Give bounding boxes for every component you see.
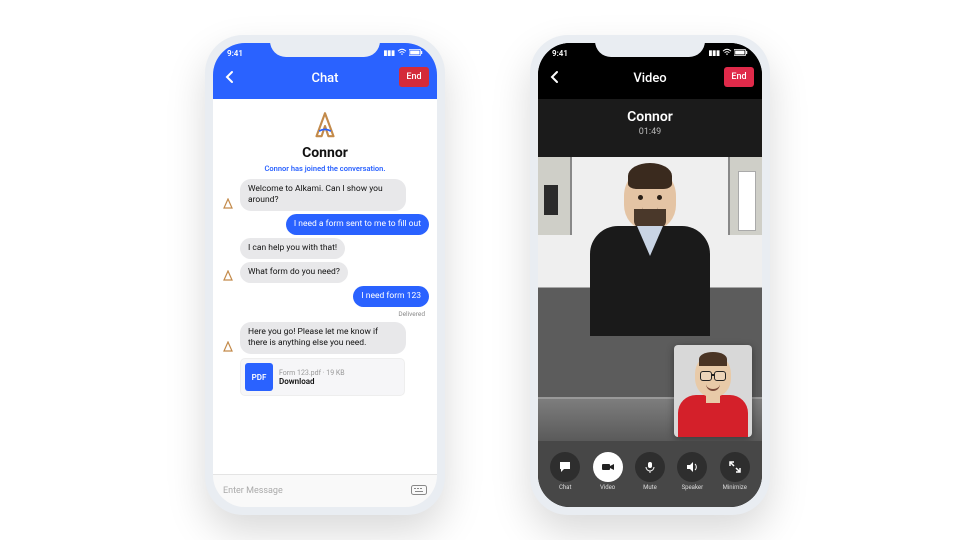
battery-icon — [409, 49, 423, 58]
agent-message: I can help you with that! — [240, 238, 345, 259]
minimize-icon — [720, 452, 750, 482]
video-screen: 9:41 ▮▮▮ V — [538, 43, 762, 507]
agent-avatar-icon — [221, 197, 235, 211]
wifi-icon — [397, 48, 407, 58]
call-duration: 01:49 — [538, 127, 762, 137]
attachment-download[interactable]: Download — [279, 377, 345, 386]
message-row: What form do you need? — [221, 262, 429, 283]
whiteboard — [738, 171, 756, 231]
agent-message: Welcome to Alkami. Can I show you around… — [240, 179, 406, 211]
agent-message: What form do you need? — [240, 262, 348, 283]
alkami-logo-icon — [308, 109, 342, 143]
status-icons: ▮▮▮ — [383, 48, 423, 58]
video-icon — [593, 452, 623, 482]
control-label: Chat — [559, 484, 571, 491]
self-video[interactable] — [674, 345, 752, 437]
agent-avatar-icon — [221, 269, 235, 283]
phone-chat: 9:41 ▮▮▮ C — [205, 35, 445, 515]
status-time: 9:41 — [552, 49, 568, 58]
end-button[interactable]: End — [399, 67, 429, 87]
remote-person — [580, 169, 720, 329]
chat-header: 9:41 ▮▮▮ C — [213, 43, 437, 99]
message-row: Here you go! Please let me know if there… — [221, 322, 429, 354]
status-icons: ▮▮▮ — [708, 48, 748, 58]
control-label: Speaker — [682, 484, 704, 491]
phone-video: 9:41 ▮▮▮ V — [530, 35, 770, 515]
message-row: I can help you with that! — [221, 238, 429, 259]
signal-icon: ▮▮▮ — [708, 49, 720, 57]
signal-icon: ▮▮▮ — [383, 49, 395, 57]
message-row: I need form 123 — [221, 286, 429, 307]
call-name: Connor — [538, 99, 762, 125]
chat-screen: 9:41 ▮▮▮ C — [213, 43, 437, 507]
user-message: I need form 123 — [353, 286, 429, 307]
battery-icon — [734, 49, 748, 58]
phone-video-inner: 9:41 ▮▮▮ V — [538, 43, 762, 507]
attachment-info: Form 123.pdf · 19 KB Download — [279, 369, 345, 386]
chat-icon — [550, 452, 580, 482]
stage: 9:41 ▮▮▮ C — [0, 0, 960, 540]
attachment-row: PDF Form 123.pdf · 19 KB Download — [221, 358, 429, 396]
wifi-icon — [722, 48, 732, 58]
status-bar: 9:41 ▮▮▮ — [213, 46, 437, 60]
agent-message: Here you go! Please let me know if there… — [240, 322, 406, 354]
control-mute[interactable]: Mute — [630, 452, 670, 491]
pdf-badge: PDF — [245, 363, 273, 391]
chat-input-bar[interactable]: Enter Message — [213, 474, 437, 507]
self-person — [674, 345, 752, 437]
joined-notice: Connor has joined the conversation. — [213, 164, 437, 173]
message-input[interactable]: Enter Message — [223, 486, 283, 496]
user-message: I need a form sent to me to fill out — [286, 214, 429, 235]
picture-frame — [544, 185, 558, 215]
control-minimize[interactable]: Minimize — [715, 452, 755, 491]
video-header: 9:41 ▮▮▮ V — [538, 43, 762, 99]
control-label: Minimize — [723, 484, 747, 491]
end-button[interactable]: End — [724, 67, 754, 87]
control-video[interactable]: Video — [588, 452, 628, 491]
control-label: Video — [600, 484, 615, 491]
status-bar: 9:41 ▮▮▮ — [538, 46, 762, 60]
status-time: 9:41 — [227, 49, 243, 58]
control-label: Mute — [643, 484, 657, 491]
chat-body[interactable]: Connor Connor has joined the conversatio… — [213, 99, 437, 475]
attachment-meta: Form 123.pdf · 19 KB — [279, 369, 345, 377]
message-row: Welcome to Alkami. Can I show you around… — [221, 179, 429, 211]
mic-icon — [635, 452, 665, 482]
phone-chat-inner: 9:41 ▮▮▮ C — [213, 43, 437, 507]
message-row: I need a form sent to me to fill out — [221, 214, 429, 235]
agent-avatar-icon — [221, 340, 235, 354]
video-main — [538, 157, 762, 447]
speaker-icon — [677, 452, 707, 482]
keyboard-icon[interactable] — [411, 485, 427, 498]
contact-name: Connor — [213, 145, 437, 161]
control-speaker[interactable]: Speaker — [672, 452, 712, 491]
call-info: Connor 01:49 — [538, 99, 762, 157]
delivered-label: Delivered — [213, 310, 425, 318]
video-controls: Chat Video Mute — [538, 441, 762, 507]
attachment-card[interactable]: PDF Form 123.pdf · 19 KB Download — [240, 358, 405, 396]
control-chat[interactable]: Chat — [545, 452, 585, 491]
